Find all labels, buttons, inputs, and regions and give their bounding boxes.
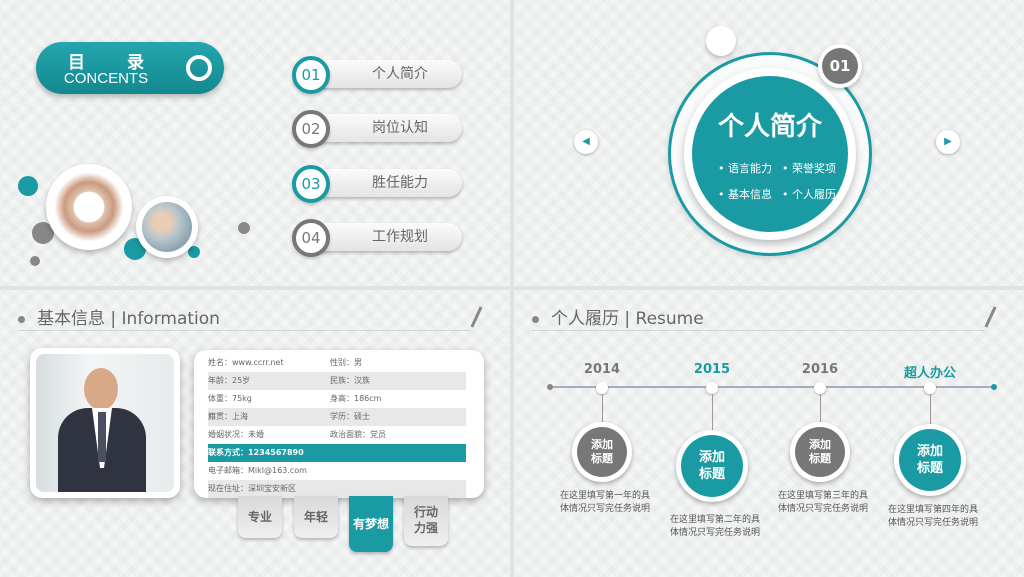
- info-cell: 学历：硕士: [330, 412, 370, 421]
- year-label: 2014: [583, 362, 621, 377]
- toc-badge: 目 录 CONCENTS: [36, 42, 224, 94]
- timeline-dot: [706, 382, 718, 394]
- menu-item-1[interactable]: 01 个人简介: [292, 56, 462, 94]
- year-label: 2015: [693, 362, 731, 377]
- intro-number-text: 01: [822, 48, 858, 84]
- profile-photo: [30, 348, 180, 498]
- decor-dot: [30, 256, 40, 266]
- node-label: 添加 标题: [681, 435, 743, 497]
- section-header: 个人履历 | Resume: [532, 304, 704, 329]
- intro-bullet: • 基本信息: [718, 188, 772, 201]
- timeline-start: [547, 384, 553, 390]
- intro-number: 01: [818, 44, 862, 88]
- toc-slide: 目 录 CONCENTS 01 个人简介 02 岗位认知 03 胜任能力 04 …: [0, 0, 510, 286]
- pen-icon: [984, 306, 997, 328]
- menu-label: 岗位认知: [310, 114, 462, 142]
- decor-dot: [706, 26, 736, 56]
- tag: 专业: [238, 496, 282, 538]
- timeline-stem: [930, 394, 931, 428]
- menu-item-4[interactable]: 04 工作规划: [292, 219, 462, 257]
- intro-core: 个人简介 • 语言能力 • 荣誉奖项 • 基本信息 • 个人履历: [692, 76, 848, 232]
- decor-dot: [238, 222, 250, 234]
- intro-bullet: • 个人履历: [782, 188, 836, 201]
- info-cell: 年龄：25岁: [208, 376, 251, 385]
- info-row: 姓名：www.ccrr.net 性别：男: [208, 354, 466, 372]
- timeline-node: 添加 标题: [790, 422, 850, 482]
- timeline-node: 添加 标题: [676, 430, 748, 502]
- timeline-stem: [712, 394, 713, 434]
- timeline-node: 添加 标题: [572, 422, 632, 482]
- node-label: 添加 标题: [577, 427, 627, 477]
- info-row: 年龄：25岁 民族：汉族: [208, 372, 466, 390]
- info-cell: 姓名：www.ccrr.net: [208, 358, 284, 367]
- year-label: 超人办公: [903, 366, 956, 381]
- intro-bullet: • 荣誉奖项: [782, 162, 836, 175]
- bullet-icon: [18, 315, 25, 323]
- info-row: 婚姻状况：未婚 政治面貌：党员: [208, 426, 466, 444]
- intro-title: 个人简介: [717, 112, 822, 142]
- node-label: 添加 标题: [899, 429, 961, 491]
- decor-dot: [18, 176, 38, 196]
- info-cell: 婚姻状况：未婚: [208, 430, 264, 439]
- intro-slide: 个人简介 • 语言能力 • 荣誉奖项 • 基本信息 • 个人履历 01 ◀ ▶: [514, 0, 1024, 286]
- tag: 年轻: [294, 496, 338, 538]
- divider: [18, 330, 470, 331]
- info-row: 电子邮箱：Mikl@163.com: [208, 462, 466, 480]
- resume-slide: 个人履历 | Resume 2014 2015 2016 超人办公 添加 标题 添…: [514, 290, 1024, 577]
- timeline-node: 添加 标题: [894, 424, 966, 496]
- timeline-end: [991, 384, 997, 390]
- menu-label: 胜任能力: [310, 169, 462, 197]
- info-header: 基本信息 | Information: [37, 309, 220, 329]
- section-header: 基本信息 | Information: [18, 304, 220, 329]
- info-cell: 现在住址：深圳宝安新区: [208, 484, 296, 493]
- info-slide: 基本信息 | Information 姓名：www.ccrr.net 性别：男 年…: [0, 290, 510, 577]
- menu-num: 03: [292, 165, 330, 203]
- bullet-icon: [532, 315, 539, 323]
- info-cell: 政治面貌：党员: [330, 430, 386, 439]
- menu-num: 01: [292, 56, 330, 94]
- tag-highlight: 有梦想: [349, 496, 393, 552]
- ring-icon: [186, 55, 212, 81]
- info-row: 籍贯：上海 学历：硕士: [208, 408, 466, 426]
- resume-header: 个人履历 | Resume: [551, 309, 704, 329]
- next-arrow-icon[interactable]: ▶: [936, 130, 960, 154]
- year-description: 在这里填写第三年的具体情况只写完任务说明: [778, 491, 869, 514]
- info-cell: 电子邮箱：Mikl@163.com: [208, 466, 307, 475]
- hands-photo: [46, 164, 132, 250]
- timeline-dot: [924, 382, 936, 394]
- person-photo: [136, 196, 198, 258]
- year-description: 在这里填写第二年的具体情况只写完任务说明: [670, 515, 761, 538]
- info-row: 体重：75kg 身高：186cm: [208, 390, 466, 408]
- pen-icon: [470, 306, 483, 328]
- info-card: 姓名：www.ccrr.net 性别：男 年龄：25岁 民族：汉族 体重：75kg 身…: [194, 350, 484, 498]
- menu-item-3[interactable]: 03 胜任能力: [292, 165, 462, 203]
- prev-arrow-icon[interactable]: ◀: [574, 130, 598, 154]
- info-cell: 体重：75kg: [208, 394, 252, 403]
- menu-num: 02: [292, 110, 330, 148]
- info-cell: 性别：男: [330, 358, 362, 367]
- intro-bullet: • 语言能力: [718, 162, 772, 175]
- year-description: 在这里填写第四年的具体情况只写完任务说明: [888, 505, 979, 528]
- divider: [532, 330, 984, 331]
- year-description: 在这里填写第一年的具体情况只写完任务说明: [560, 491, 651, 514]
- info-row: 联系方式：1234567890: [208, 444, 466, 462]
- year-label: 2016: [801, 362, 839, 377]
- info-cell: 民族：汉族: [330, 376, 370, 385]
- timeline-dot: [814, 382, 826, 394]
- node-label: 添加 标题: [795, 427, 845, 477]
- info-cell: 身高：186cm: [330, 394, 382, 403]
- info-cell: 联系方式：1234567890: [208, 448, 304, 457]
- menu-label: 工作规划: [310, 223, 462, 251]
- timeline-dot: [596, 382, 608, 394]
- menu-label: 个人简介: [310, 60, 462, 88]
- tag: 行动力强: [404, 496, 448, 546]
- toc-subtitle: CONCENTS: [63, 70, 149, 87]
- info-cell: 籍贯：上海: [208, 412, 248, 421]
- menu-item-2[interactable]: 02 岗位认知: [292, 110, 462, 148]
- menu-num: 04: [292, 219, 330, 257]
